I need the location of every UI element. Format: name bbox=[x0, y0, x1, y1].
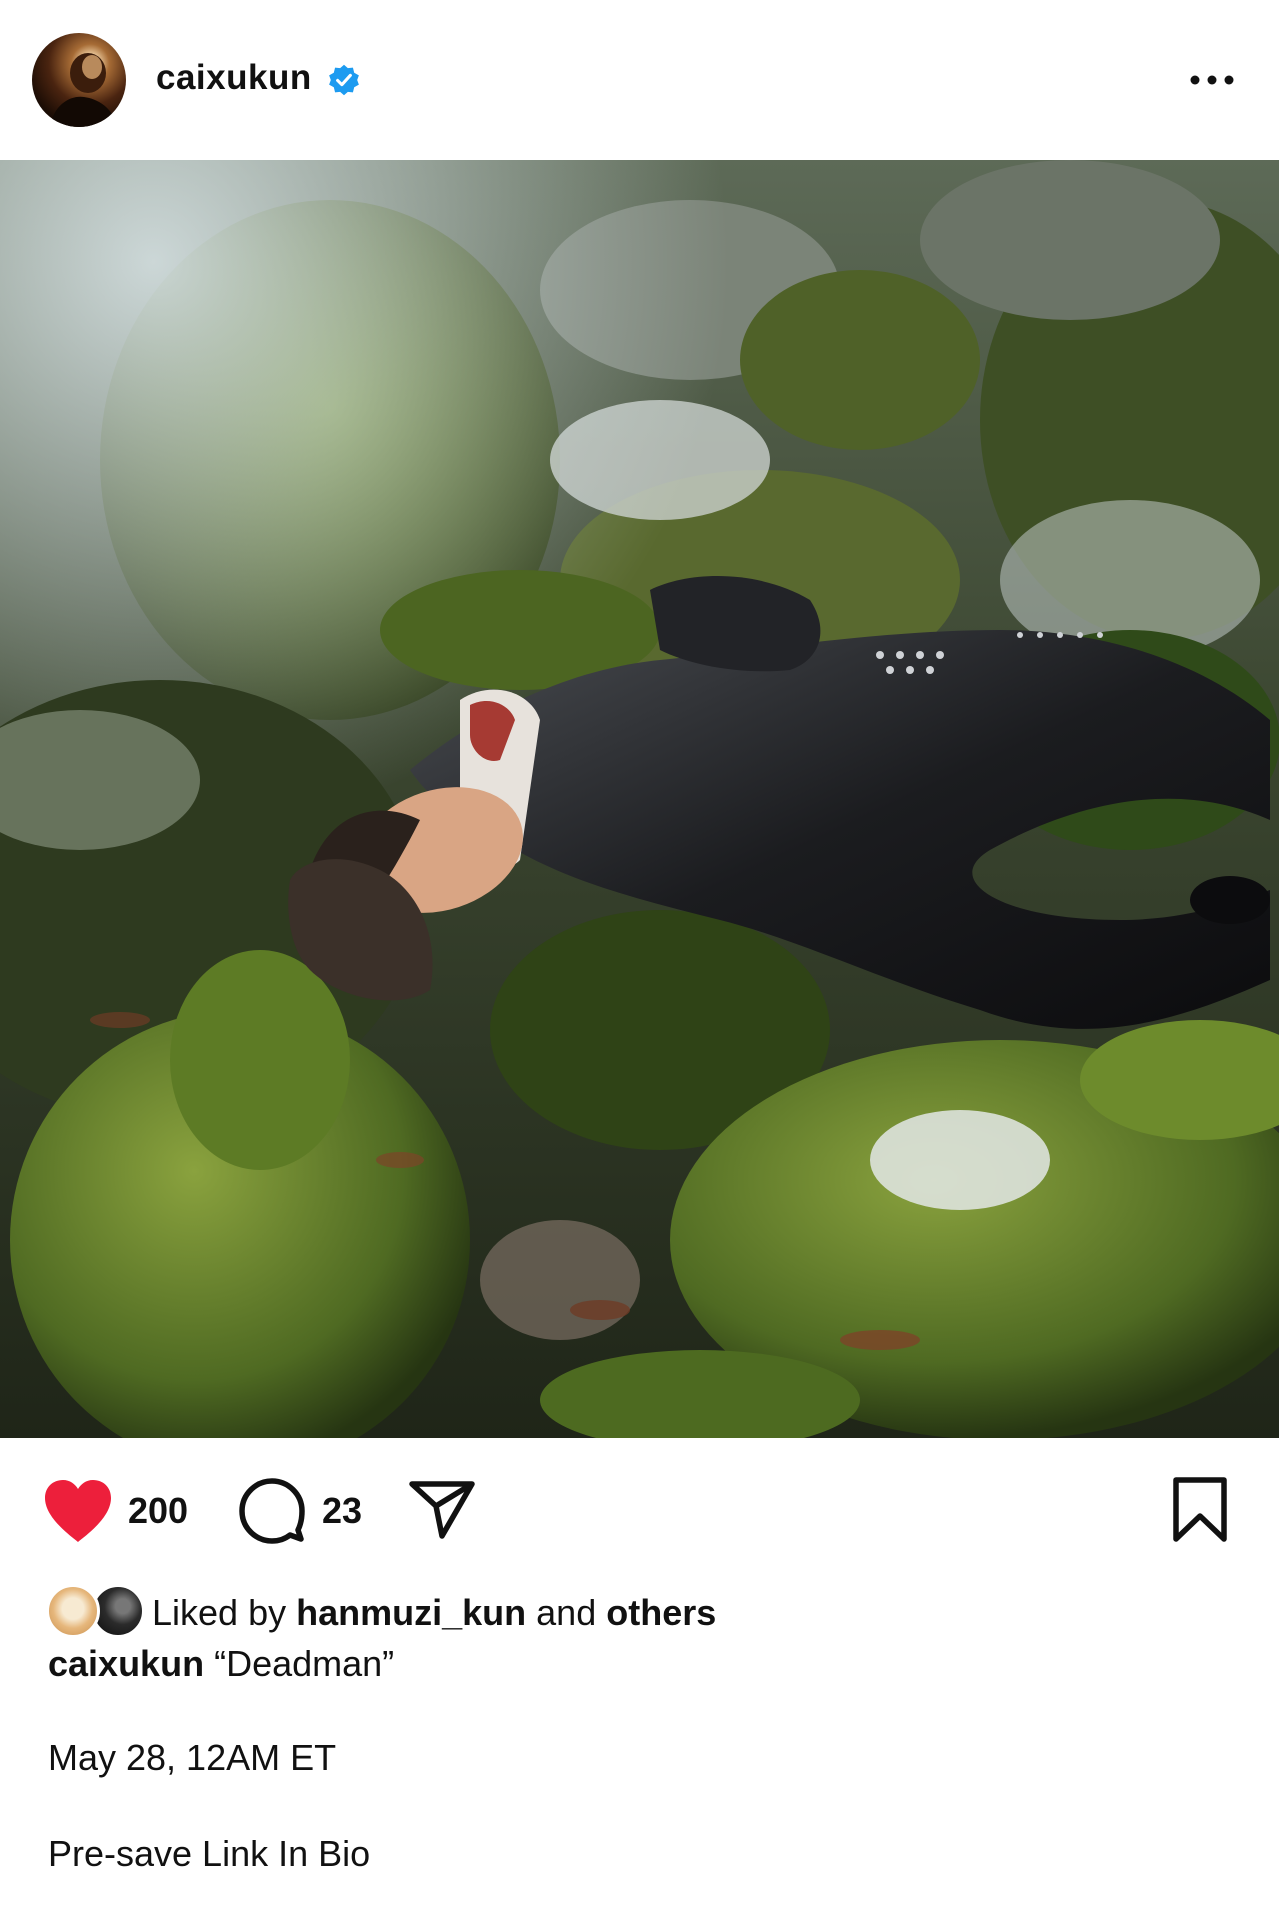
liked-by-user[interactable]: hanmuzi_kun bbox=[296, 1592, 526, 1633]
action-bar bbox=[0, 1438, 1279, 1588]
liked-by-row[interactable]: Liked by hanmuzi_kun and others bbox=[46, 1584, 1146, 1640]
post-caption: caixukun “Deadman” bbox=[48, 1643, 394, 1685]
comment-icon[interactable] bbox=[238, 1477, 306, 1545]
like-count[interactable]: 200 bbox=[128, 1490, 188, 1532]
liked-by-text: Liked by hanmuzi_kun and others bbox=[152, 1592, 716, 1634]
liked-by-prefix: Liked by bbox=[152, 1592, 287, 1633]
post-username[interactable]: caixukun bbox=[156, 58, 312, 98]
liked-by-and: and bbox=[536, 1592, 597, 1633]
comment-count[interactable]: 23 bbox=[322, 1490, 362, 1532]
verified-badge-icon bbox=[329, 64, 359, 96]
liked-by-others[interactable]: others bbox=[606, 1592, 716, 1633]
caption-presave-line: Pre-save Link In Bio bbox=[48, 1833, 371, 1874]
caption-date-line: May 28, 12AM ET bbox=[48, 1737, 337, 1778]
like-heart-icon[interactable] bbox=[41, 1478, 115, 1544]
share-send-icon[interactable] bbox=[408, 1478, 476, 1540]
caption-username[interactable]: caixukun bbox=[48, 1643, 204, 1684]
more-options-icon[interactable] bbox=[1185, 60, 1239, 100]
post-header: caixukun bbox=[0, 0, 1279, 160]
post-photo[interactable] bbox=[0, 160, 1279, 1438]
profile-avatar[interactable] bbox=[32, 33, 126, 127]
caption-text: “Deadman” bbox=[214, 1643, 395, 1684]
bookmark-icon[interactable] bbox=[1170, 1476, 1230, 1544]
liker-avatar[interactable] bbox=[46, 1584, 100, 1638]
